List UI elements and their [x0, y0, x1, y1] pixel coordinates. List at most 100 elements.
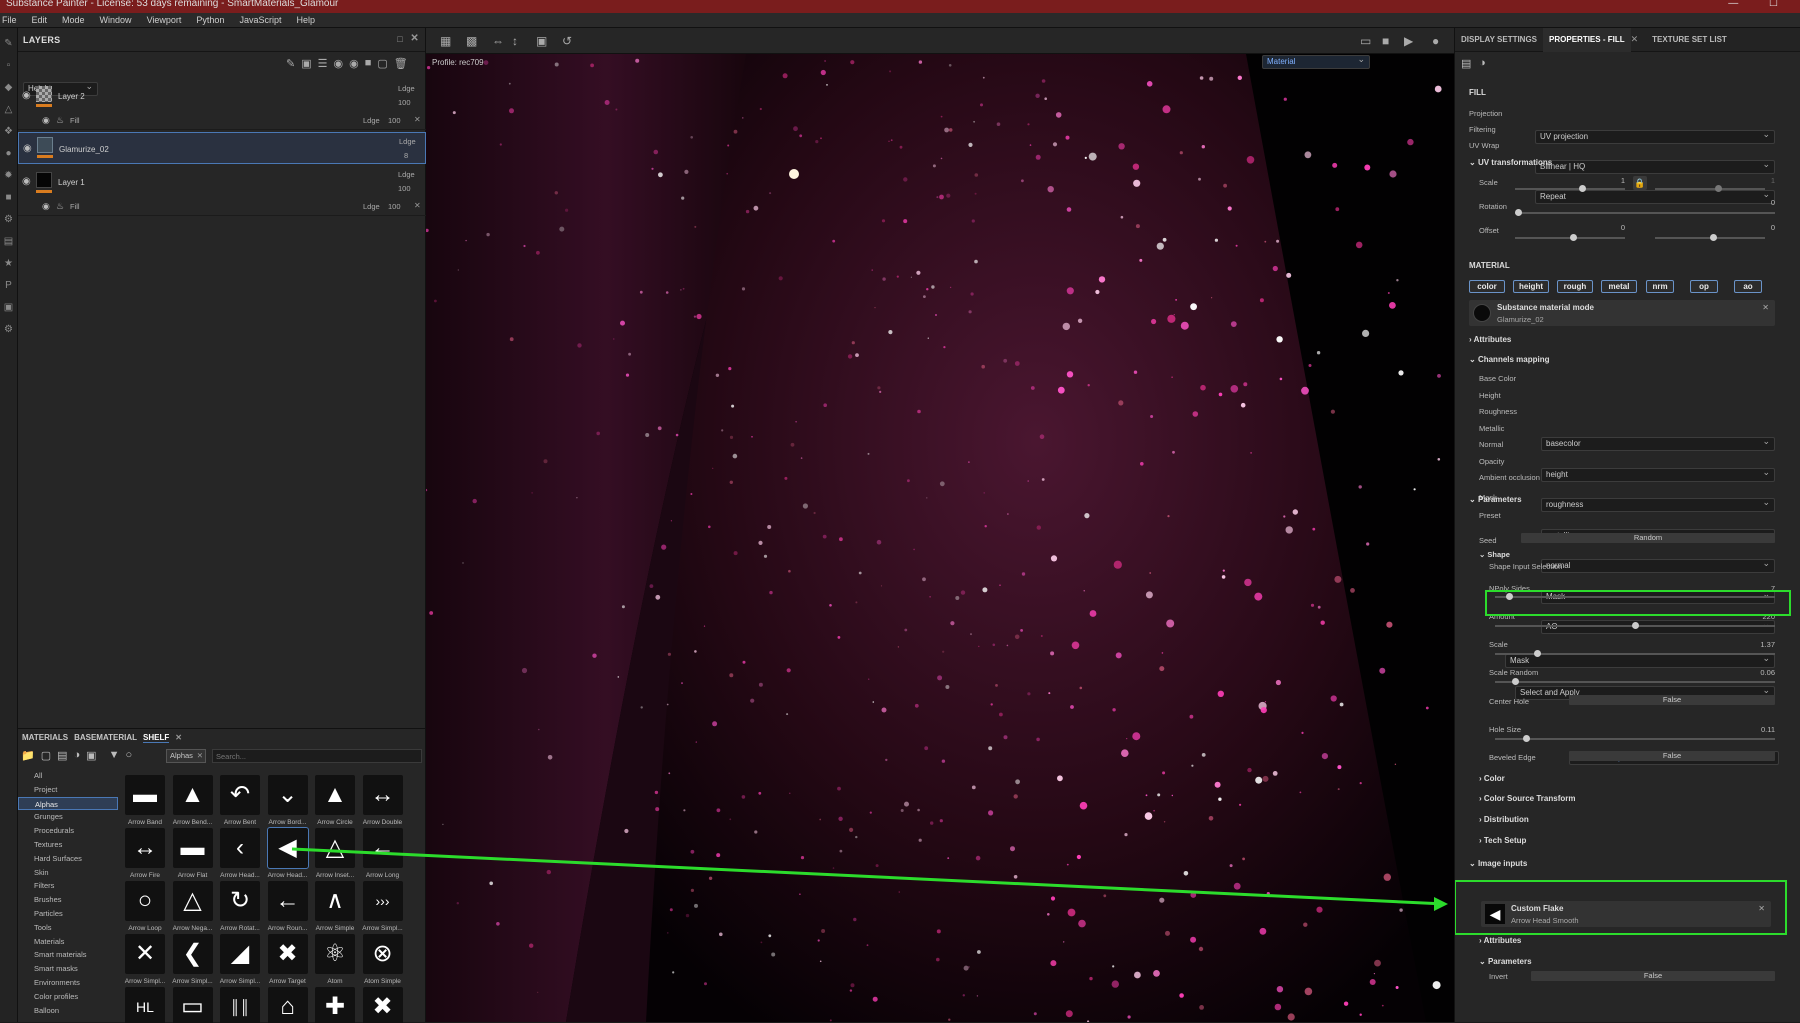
shelf-category-skin[interactable]: Skin [18, 866, 118, 880]
layer-opacity[interactable]: 8 [404, 151, 408, 160]
uv-offset-x-slider[interactable] [1515, 234, 1625, 241]
menu-file[interactable]: File [2, 15, 17, 25]
frame-icon[interactable]: ▣ [536, 34, 547, 48]
remove-material-icon[interactable]: ✕ [1762, 303, 1769, 312]
channel-map-select[interactable]: AO [1541, 618, 1775, 634]
shelf-item[interactable]: ↔ Arrow Double [360, 771, 406, 829]
close-tab-icon[interactable]: ✕ [1631, 34, 1639, 45]
shelf-item[interactable]: ↶ Arrow Bent [217, 771, 263, 829]
shelf-category-brushes[interactable]: Brushes [18, 893, 118, 907]
menu-window[interactable]: Window [100, 15, 132, 25]
shelf-item[interactable]: HL [122, 983, 168, 1023]
shelf-item[interactable]: ‹ Arrow Head... [217, 824, 263, 882]
add-paint-icon[interactable]: ◉ [349, 57, 359, 70]
properties-icon[interactable]: ▤ [1461, 57, 1471, 70]
shelf-category-textures[interactable]: Textures [18, 838, 118, 852]
shape-toggle[interactable]: ⌄ Shape [1479, 550, 1510, 559]
symmetry-icon[interactable]: ⇔ [492, 34, 504, 48]
menu-viewport[interactable]: Viewport [147, 15, 182, 25]
gear-icon[interactable]: ⚙ [3, 324, 15, 336]
shelf-item[interactable]: ⌄ Arrow Bord... [265, 771, 311, 829]
layer-row-layer-1[interactable]: ◉ Layer 1 Ldge 100 ◉ ♨ Fill Ldge 100 ✕ [18, 166, 426, 216]
channel-chip-nrm[interactable]: nrm [1646, 280, 1674, 293]
seed-random-button[interactable]: Random [1521, 533, 1775, 543]
material-source-name[interactable]: Glamurize_02 [1497, 315, 1544, 324]
uv-scale-value[interactable]: 1 [1595, 176, 1625, 185]
tab-display-settings[interactable]: DISPLAY SETTINGS [1455, 28, 1543, 52]
fill-blend-mode[interactable]: Ldge [363, 116, 380, 125]
shelf-item[interactable]: ⚛ Atom [312, 930, 358, 988]
tab-materials[interactable]: MATERIALS [22, 733, 68, 743]
remove-filter-icon[interactable]: ✕ [197, 750, 203, 762]
shelf-item[interactable]: ← Arrow Roun... [265, 877, 311, 935]
settings-icon[interactable]: ⚙ [3, 214, 15, 226]
shelf-item[interactable]: ⌂ [265, 983, 311, 1023]
menu-javascript[interactable]: JavaScript [239, 15, 281, 25]
shelf-category-hard-surfaces[interactable]: Hard Surfaces [18, 852, 118, 866]
shelf-item[interactable]: ❮ Arrow Simpl... [170, 930, 216, 988]
shelf-item[interactable]: ››› Arrow Simpl... [360, 877, 406, 935]
layer-row-layer-2[interactable]: ◉ Layer 2 Ldge 100 ◉ ♨ Fill Ldge 100 ✕ [18, 80, 426, 130]
export-icon[interactable]: ▣ [86, 749, 96, 762]
fill-visibility-eye-icon[interactable]: ◉ [42, 201, 50, 212]
tech-setup-toggle[interactable]: › Tech Setup [1479, 836, 1526, 845]
lock-icon[interactable]: 🔒 [1633, 176, 1647, 190]
axis-icon[interactable]: ↕ [512, 34, 518, 48]
camera-2d-icon[interactable]: ▭ [1360, 34, 1371, 48]
fill-effect-name[interactable]: Fill [70, 116, 80, 125]
channel-map-select[interactable]: Mask [1505, 652, 1775, 668]
viewport-mode-select[interactable]: Material [1262, 54, 1370, 69]
delete-layer-icon[interactable]: 🗑 [394, 57, 408, 70]
grid-dense-icon[interactable]: ▩ [466, 34, 477, 48]
attributes-toggle[interactable]: › Attributes [1469, 335, 1511, 344]
shelf-item[interactable]: ◢ Arrow Simpl... [217, 930, 263, 988]
shelf-item[interactable]: ✖ Arrow Target [265, 930, 311, 988]
tab-texture-set-list[interactable]: TEXTURE SET LIST [1646, 28, 1733, 52]
shelf-category-grunges[interactable]: Grunges [18, 810, 118, 824]
tab-basematerial[interactable]: BASEMATERIAL [74, 733, 137, 743]
amount-slider[interactable] [1495, 622, 1775, 629]
distribution-toggle[interactable]: › Distribution [1479, 815, 1529, 824]
scale-random-slider[interactable] [1495, 678, 1775, 685]
tab-shelf[interactable]: SHELF [143, 733, 170, 743]
shelf-category-environments[interactable]: Environments [18, 976, 118, 990]
channel-chip-ao[interactable]: ao [1734, 280, 1762, 293]
shelf-item[interactable]: ← Arrow Long [360, 824, 406, 882]
screenshot-camera-icon[interactable]: ● [1432, 34, 1439, 48]
shelf-item[interactable]: ◀ Arrow Head... [265, 824, 311, 882]
shelf-category-smart-masks[interactable]: Smart masks [18, 962, 118, 976]
slider-knob[interactable] [1710, 234, 1717, 241]
shelf-item[interactable]: △ Arrow Inset... [312, 824, 358, 882]
filtering-select[interactable]: Bilinear | HQ [1535, 158, 1775, 174]
invert-toggle[interactable]: False [1531, 971, 1775, 981]
menu-help[interactable]: Help [296, 15, 315, 25]
shelf-item[interactable]: ▬ Arrow Flat [170, 824, 216, 882]
paint-brush-icon[interactable]: ✎ [3, 38, 15, 50]
material-icon[interactable]: ◑ [1479, 57, 1486, 69]
material-mode-row[interactable]: Substance material mode Glamurize_02 ✕ [1469, 300, 1775, 326]
image-inputs-toggle[interactable]: ⌄ Image inputs [1469, 859, 1527, 868]
add-fill-icon[interactable]: ◉ [334, 57, 344, 70]
remove-effect-icon[interactable]: ✕ [414, 115, 421, 124]
blend-mode[interactable]: Ldge [399, 137, 416, 146]
import-icon[interactable]: ▤ [57, 749, 67, 762]
slider-knob[interactable] [1515, 209, 1522, 216]
uv-transformations-toggle[interactable]: ⌄ UV transformations [1469, 158, 1552, 167]
layer-opacity[interactable]: 100 [398, 184, 411, 193]
float-panel-icon[interactable]: □ [397, 34, 403, 44]
visibility-eye-icon[interactable]: ◉ [23, 143, 32, 154]
close-tab-icon[interactable]: ✕ [175, 733, 182, 743]
layer-name[interactable]: Layer 1 [58, 178, 85, 187]
visibility-eye-icon[interactable]: ◉ [22, 90, 31, 101]
shelf-item[interactable]: ▭ [170, 983, 216, 1023]
shelf-item[interactable]: ▬ Arrow Band [122, 771, 168, 829]
shelf-item[interactable]: ▲ Arrow Circle [312, 771, 358, 829]
center-hole-toggle[interactable]: False [1569, 695, 1775, 705]
projection-select[interactable]: UV projection [1535, 128, 1775, 144]
smudge-icon[interactable]: ❖ [3, 126, 15, 138]
uv-rotation-slider[interactable] [1515, 209, 1775, 216]
blend-mode[interactable]: Ldge [398, 84, 415, 93]
picker-icon[interactable]: ✹ [3, 170, 15, 182]
add-layer-icon[interactable]: ☰ [318, 57, 328, 70]
fill-opacity[interactable]: 100 [388, 202, 401, 211]
